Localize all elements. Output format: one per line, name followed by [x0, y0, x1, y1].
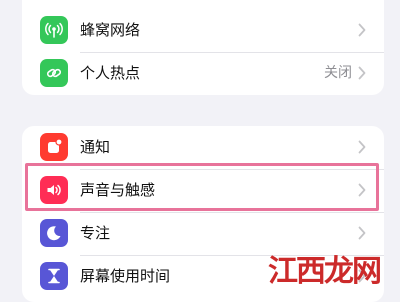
chevron-right-icon — [358, 269, 366, 283]
hourglass-icon — [40, 262, 68, 290]
chevron-right-icon — [358, 66, 366, 80]
speaker-icon — [40, 176, 68, 204]
moon-icon — [40, 219, 68, 247]
settings-group-notifications: 通知 声音与触感 专注 屏幕使用时间 — [22, 126, 384, 302]
notification-bell-icon — [40, 133, 68, 161]
chevron-right-icon — [358, 140, 366, 154]
settings-row-label: 个人热点 — [80, 64, 141, 82]
chevron-right-icon — [358, 183, 366, 197]
settings-row-label: 屏幕使用时间 — [80, 267, 171, 285]
settings-row-focus[interactable]: 专注 — [22, 212, 384, 255]
settings-row-cellular[interactable]: 蜂窝网络 — [22, 9, 384, 52]
settings-group-network: 蜂窝网络 个人热点 关闭 — [22, 0, 384, 95]
personal-hotspot-icon — [40, 59, 68, 87]
settings-row-sounds-haptics[interactable]: 声音与触感 — [22, 169, 384, 212]
cellular-antenna-icon — [40, 16, 68, 44]
settings-row-label: 专注 — [80, 224, 111, 242]
settings-row-screen-time[interactable]: 屏幕使用时间 — [22, 255, 384, 298]
settings-row-personal-hotspot[interactable]: 个人热点 关闭 — [22, 52, 384, 95]
settings-row-notifications[interactable]: 通知 — [22, 126, 384, 169]
chevron-right-icon — [358, 226, 366, 240]
hotspot-status-value: 关闭 — [324, 65, 352, 81]
chevron-right-icon — [358, 23, 366, 37]
settings-row-label: 蜂窝网络 — [80, 21, 141, 39]
settings-row-label: 声音与触感 — [80, 181, 156, 199]
settings-row-label: 通知 — [80, 138, 111, 156]
